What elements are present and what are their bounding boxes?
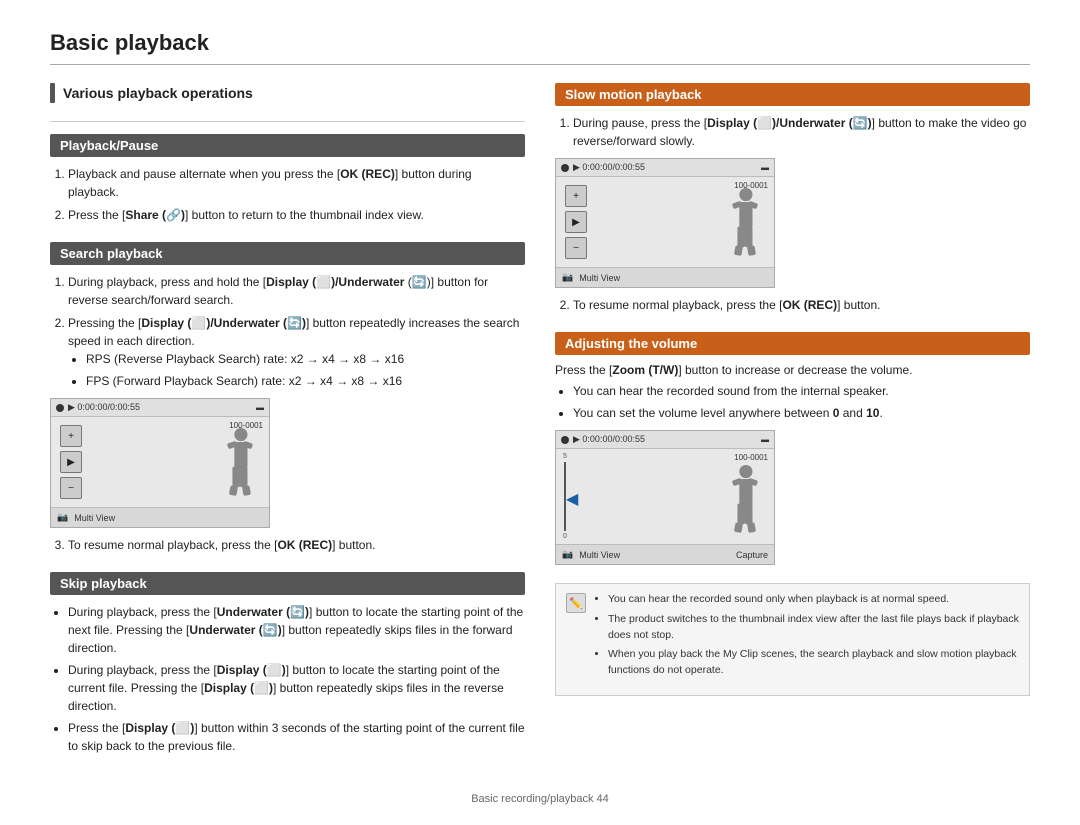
slow-motion-screen: ▶ 0:00:00/0:00:55 ▬ + ▶ − 100-0001	[555, 158, 775, 288]
volume-screen: ▶ 0:00:00/0:00:55 ▬ 5 0 ◀ 100-0001	[555, 430, 775, 565]
volume-intro: Press the [Zoom (T/W)] button to increas…	[555, 363, 1030, 377]
volume-min: 0	[563, 533, 567, 540]
screen-bottom-bar: 📷 Multi View Capture	[556, 544, 774, 564]
list-item: You can hear the recorded sound only whe…	[608, 592, 1019, 608]
various-playback-title: Various playback operations	[63, 85, 253, 101]
screen-controls: + ▶ −	[51, 417, 91, 507]
note-icon: ✏️	[566, 593, 586, 613]
screen-battery: ▬	[761, 163, 769, 172]
list-item: During playback, press and hold the [Dis…	[68, 273, 525, 309]
screen-top-bar: ▶ 0:00:00/0:00:55 ▬	[556, 159, 774, 177]
list-item: Pressing the [Display (⬜)/Underwater (🔄)…	[68, 314, 525, 390]
skip-playback-heading: Skip playback	[50, 572, 525, 595]
slow-motion-heading: Slow motion playback	[555, 83, 1030, 106]
list-item: To resume normal playback, press the [OK…	[68, 536, 525, 554]
page-footer: Basic recording/playback 44	[50, 793, 1030, 805]
left-column: Various playback operations Playback/Pau…	[50, 83, 525, 773]
record-icon	[56, 404, 64, 412]
search-step3: To resume normal playback, press the [OK…	[50, 536, 525, 554]
screen-bottom-label: 📷	[57, 512, 68, 523]
screen-top-bar: ▶ 0:00:00/0:00:55 ▬	[51, 399, 269, 417]
slow-motion-section: Slow motion playback During pause, press…	[555, 83, 1030, 314]
list-item: You can set the volume level anywhere be…	[573, 404, 1030, 422]
list-item: During pause, press the [Display (⬜)/Und…	[573, 114, 1030, 150]
screen-multiview-label: Multi View	[579, 273, 620, 283]
figure-silhouette	[709, 187, 764, 267]
bottom-label-right: Capture	[736, 550, 768, 560]
ctrl-btn-plus: +	[565, 185, 587, 207]
list-item: FPS (Forward Playback Search) rate: x2 →…	[86, 372, 525, 390]
various-playback-heading: Various playback operations	[50, 83, 525, 103]
list-item: Playback and pause alternate when you pr…	[68, 165, 525, 201]
page-title: Basic playback	[50, 30, 1030, 56]
multiview-icon: 📷	[562, 272, 573, 283]
screen-controls: + ▶ −	[556, 177, 596, 267]
figure-silhouette	[204, 427, 259, 507]
slow-motion-list: During pause, press the [Display (⬜)/Und…	[555, 114, 1030, 150]
screen-timecode: ▶ 0:00:00/0:00:55	[573, 162, 645, 173]
playback-pause-list: Playback and pause alternate when you pr…	[50, 165, 525, 224]
screen-body: 5 0 ◀ 100-0001	[556, 449, 774, 544]
playback-pause-section: Playback/Pause Playback and pause altern…	[50, 134, 525, 224]
right-column: Slow motion playback During pause, press…	[555, 83, 1030, 773]
slow-motion-step2: To resume normal playback, press the [OK…	[555, 296, 1030, 314]
search-playback-list: During playback, press and hold the [Dis…	[50, 273, 525, 390]
ctrl-btn-play: ▶	[565, 211, 587, 233]
note-box: ✏️ You can hear the recorded sound only …	[555, 583, 1030, 696]
section-bar-accent	[50, 83, 55, 103]
list-item: When you play back the My Clip scenes, t…	[608, 647, 1019, 679]
note-list: You can hear the recorded sound only whe…	[594, 592, 1019, 679]
list-item: Press the [Display (⬜)] button within 3 …	[68, 719, 525, 755]
screen-timecode: ▶ 0:00:00/0:00:55	[68, 402, 140, 413]
screen-timecode: ▶ 0:00:00/0:00:55	[573, 434, 645, 445]
volume-section: Adjusting the volume Press the [Zoom (T/…	[555, 332, 1030, 565]
ctrl-btn-minus: −	[60, 477, 82, 499]
bottom-label-left: Multi View	[579, 550, 620, 560]
ctrl-btn-plus: +	[60, 425, 82, 447]
playback-pause-heading: Playback/Pause	[50, 134, 525, 157]
screen-image-area: 100-0001	[91, 417, 269, 507]
screen-top-bar: ▶ 0:00:00/0:00:55 ▬	[556, 431, 774, 449]
screen-bottom-bar: 📷 Multi View	[556, 267, 774, 287]
skip-playback-section: Skip playback During playback, press the…	[50, 572, 525, 755]
search-bullet-list: RPS (Reverse Playback Search) rate: x2 →…	[68, 350, 525, 390]
note-content: You can hear the recorded sound only whe…	[594, 592, 1019, 687]
volume-max: 5	[563, 453, 567, 460]
list-item: During playback, press the [Display (⬜)]…	[68, 661, 525, 715]
search-playback-screen: ▶ 0:00:00/0:00:55 ▬ + ▶ − 100-0001	[50, 398, 270, 528]
ctrl-btn-play: ▶	[60, 451, 82, 473]
screen-body: + ▶ − 100-0001	[556, 177, 774, 267]
list-item: The product switches to the thumbnail in…	[608, 612, 1019, 644]
search-playback-section: Search playback During playback, press a…	[50, 242, 525, 554]
search-playback-heading: Search playback	[50, 242, 525, 265]
screen-body: + ▶ − 100-0001	[51, 417, 269, 507]
volume-arrow: ◀	[566, 489, 578, 509]
screen-bottom-bar: 📷 Multi View	[51, 507, 269, 527]
list-item: During playback, press the [Underwater (…	[68, 603, 525, 657]
screen-image-area: 100-0001	[574, 449, 774, 544]
ctrl-btn-minus: −	[565, 237, 587, 259]
list-item: To resume normal playback, press the [OK…	[573, 296, 1030, 314]
list-item: RPS (Reverse Playback Search) rate: x2 →…	[86, 350, 525, 368]
screen-multiview-label: Multi View	[74, 513, 115, 523]
volume-bullet-list: You can hear the recorded sound from the…	[555, 382, 1030, 422]
volume-heading: Adjusting the volume	[555, 332, 1030, 355]
skip-playback-list: During playback, press the [Underwater (…	[50, 603, 525, 755]
list-item: Press the [Share (🔗)] button to return t…	[68, 206, 525, 224]
section-divider-1	[50, 121, 525, 122]
screen-image-area: 100-0001	[596, 177, 774, 267]
figure-silhouette	[709, 464, 764, 544]
multiview-icon: 📷	[562, 549, 573, 560]
record-icon	[561, 436, 569, 444]
record-icon	[561, 164, 569, 172]
title-divider	[50, 64, 1030, 65]
screen-battery: ▬	[761, 435, 769, 444]
list-item: You can hear the recorded sound from the…	[573, 382, 1030, 400]
screen-battery-icon: ▬	[256, 403, 264, 412]
file-label: 100-0001	[734, 453, 768, 462]
